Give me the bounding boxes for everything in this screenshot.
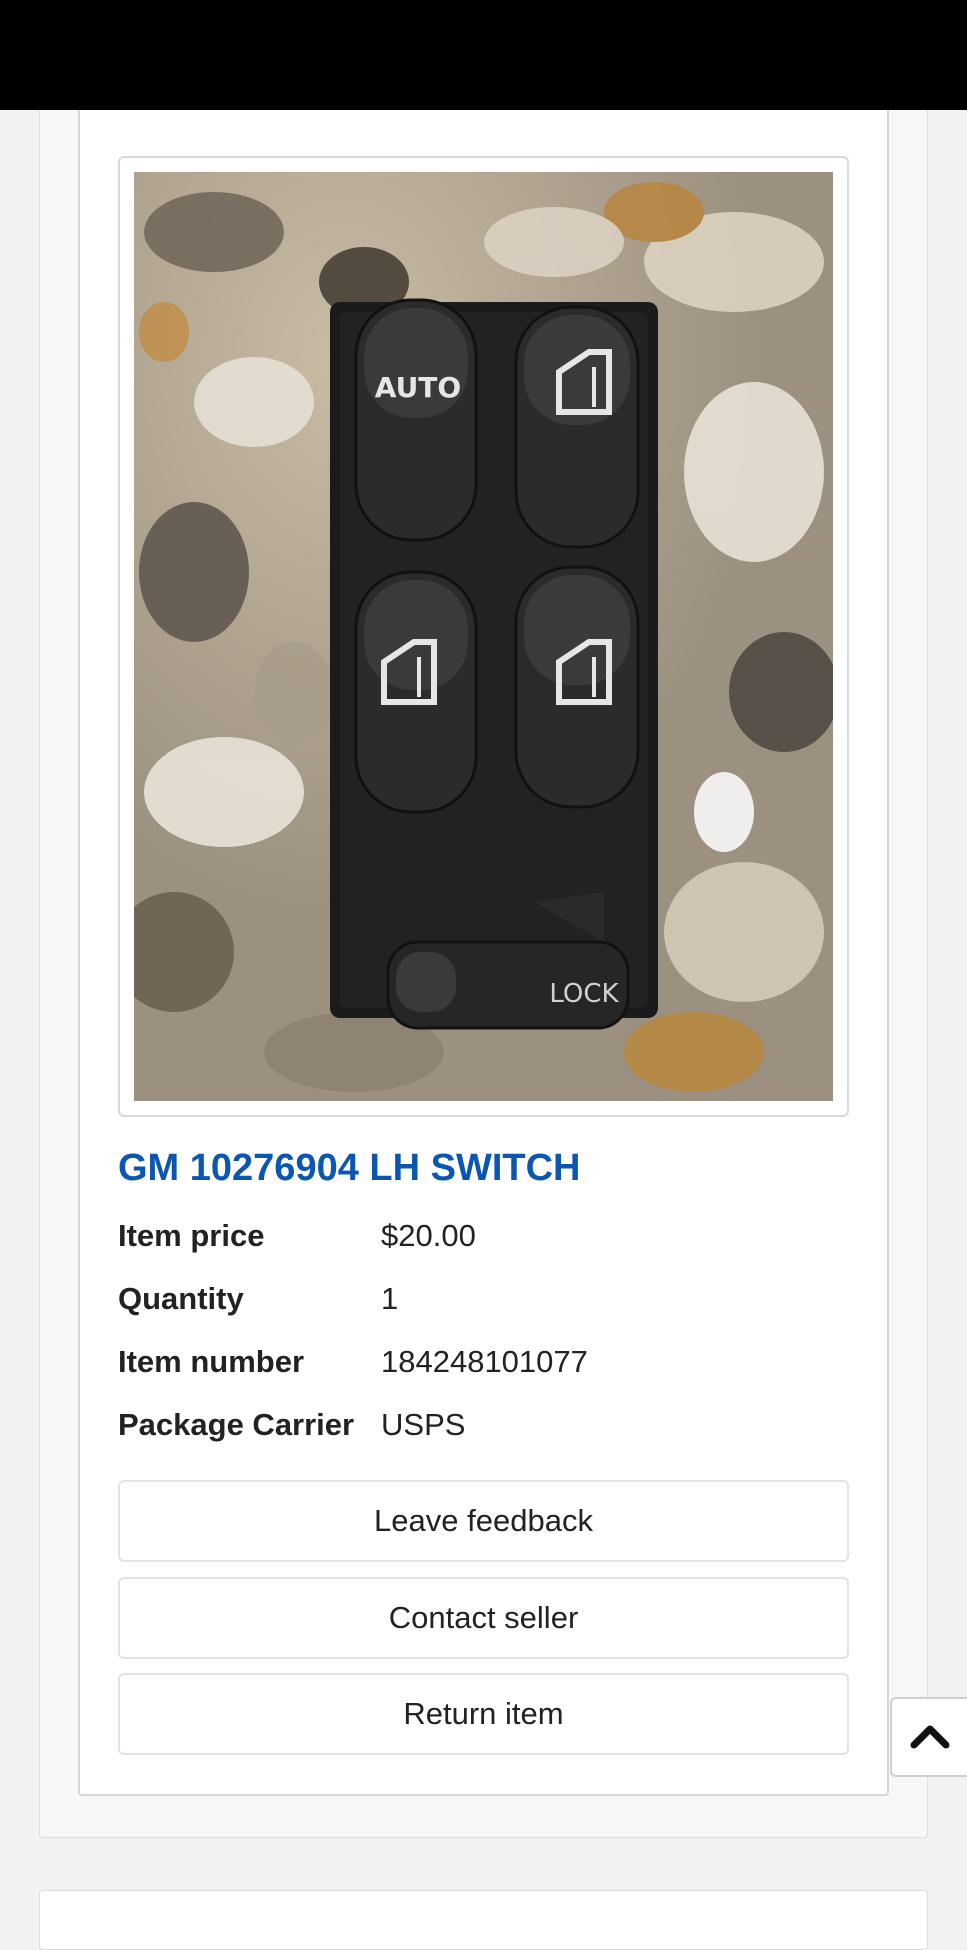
- detail-row-item-number: Item number 184248101077: [118, 1330, 849, 1393]
- item-number-value: 184248101077: [381, 1343, 588, 1379]
- quantity-value: 1: [381, 1280, 399, 1316]
- status-bar: [0, 0, 967, 110]
- leave-feedback-button[interactable]: Leave feedback: [118, 1480, 849, 1562]
- item-details: Item price $20.00 Quantity 1 Item number…: [118, 1204, 849, 1456]
- contact-seller-button[interactable]: Contact seller: [118, 1577, 849, 1659]
- photo-lock-label: LOCK: [549, 979, 619, 1009]
- scroll-to-top-button[interactable]: [890, 1697, 967, 1777]
- detail-row-price: Item price $20.00: [118, 1204, 849, 1267]
- item-price-value: $20.00: [381, 1217, 476, 1253]
- item-photo[interactable]: AUTO LOCK: [134, 172, 833, 1101]
- next-order-card: [39, 1890, 928, 1950]
- return-item-button[interactable]: Return item: [118, 1673, 849, 1755]
- photo-auto-label: AUTO: [375, 371, 461, 404]
- package-carrier-label: Package Carrier: [118, 1406, 355, 1442]
- item-price-label: Item price: [118, 1217, 265, 1253]
- item-title[interactable]: GM 10276904 LH SWITCH: [118, 1140, 849, 1196]
- detail-row-quantity: Quantity 1: [118, 1267, 849, 1330]
- item-number-label: Item number: [118, 1343, 305, 1379]
- chevron-up-icon: [910, 1721, 950, 1754]
- page-gutter: [930, 110, 967, 1920]
- package-carrier-value: USPS: [381, 1406, 466, 1442]
- detail-row-carrier: Package Carrier USPS: [118, 1393, 849, 1456]
- quantity-label: Quantity: [118, 1280, 244, 1316]
- item-image-frame[interactable]: AUTO LOCK: [118, 156, 849, 1117]
